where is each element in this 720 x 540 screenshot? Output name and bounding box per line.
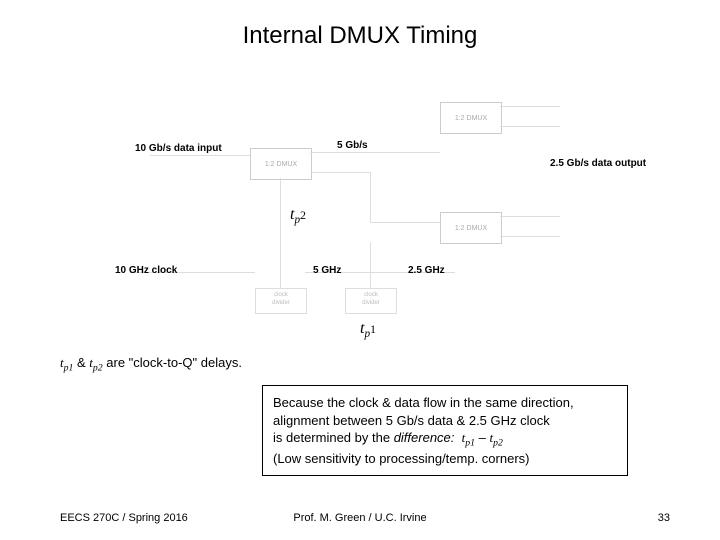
wire <box>500 236 560 237</box>
label-5gbs: 5 Gb/s <box>337 140 368 151</box>
exp-line-2: alignment between 5 Gb/s data & 2.5 GHz … <box>273 412 617 430</box>
delay-tp2: tp2 <box>290 206 306 226</box>
wire <box>500 106 560 107</box>
clock-divider-2: clockdivider <box>345 288 397 314</box>
label-clock-2_5ghz: 2.5 GHz <box>408 265 445 276</box>
label-clock-10ghz: 10 GHz clock <box>115 265 177 276</box>
clock-divider-1: clockdivider <box>255 288 307 314</box>
wire <box>370 172 371 222</box>
delay-tp1: tp1 <box>360 320 376 340</box>
exp-line-1: Because the clock & data flow in the sam… <box>273 394 617 412</box>
dmux-block-2b: 1:2 DMUX <box>440 212 502 244</box>
wire <box>500 216 560 217</box>
label-data-input: 10 Gb/s data input <box>135 143 222 154</box>
delay-note: tp1 & tp2 are "clock-to-Q" delays. <box>60 355 242 374</box>
wire <box>280 178 281 288</box>
exp-line-3: is determined by the difference: tp1 – t… <box>273 429 617 450</box>
wire <box>370 242 371 288</box>
wire <box>370 222 440 223</box>
explanation-box: Because the clock & data flow in the sam… <box>262 385 628 476</box>
page-title: Internal DMUX Timing <box>0 22 720 50</box>
label-clock-5ghz: 5 GHz <box>313 265 341 276</box>
dmux-block-2a: 1:2 DMUX <box>440 102 502 134</box>
wire <box>150 155 250 156</box>
wire <box>500 126 560 127</box>
label-data-output: 2.5 Gb/s data output <box>550 158 646 169</box>
dmux-block-1: 1:2 DMUX <box>250 148 312 180</box>
wire <box>310 152 440 153</box>
exp-line-4: (Low sensitivity to processing/temp. cor… <box>273 450 617 468</box>
footer-page-number: 33 <box>658 512 670 524</box>
slide: Internal DMUX Timing 1:2 DMUX 1:2 DMUX 1… <box>0 0 720 540</box>
footer-center: Prof. M. Green / U.C. Irvine <box>0 512 720 524</box>
wire <box>310 172 370 173</box>
